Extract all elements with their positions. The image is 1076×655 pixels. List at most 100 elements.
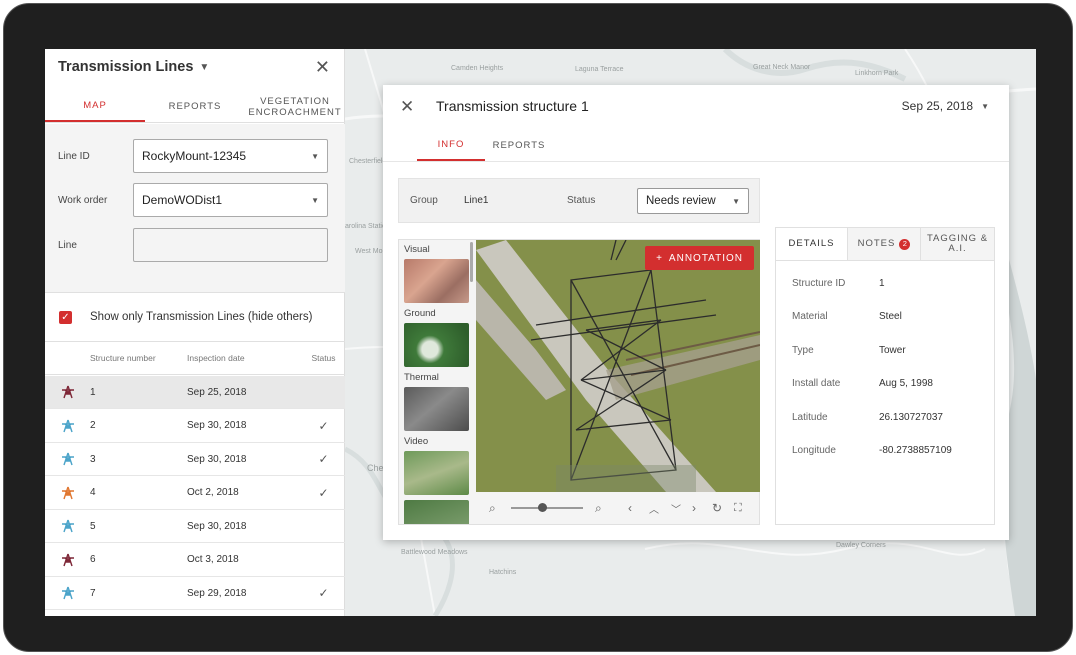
tab-reports[interactable]: REPORTS <box>145 91 245 122</box>
map-label: Dawley Corners <box>836 542 886 549</box>
chevron-left-icon[interactable]: ‹ <box>628 501 632 515</box>
structure-photo[interactable]: + ANNOTATION <box>476 240 760 492</box>
tower-icon <box>45 452 90 466</box>
structure-detail-card: ✕ Transmission structure 1 Sep 25, 2018 … <box>383 85 1009 540</box>
status-check-icon: ✓ <box>318 452 329 466</box>
table-row[interactable]: 5 Sep 30, 2018 <box>45 510 345 543</box>
map-label: Che <box>367 463 384 473</box>
tab-tagging-ai[interactable]: TAGGING & A.I. <box>921 228 994 260</box>
structures-table-header: Structure number Inspection date Status <box>45 342 345 375</box>
detail-value: Steel <box>879 311 902 323</box>
table-row[interactable]: 3 Sep 30, 2018 ✓ <box>45 443 345 476</box>
inspection-date: Oct 2, 2018 <box>187 487 239 498</box>
show-only-checkbox[interactable]: ✓ <box>59 310 72 324</box>
group-status-bar: Group Line1 Status Needs review ▼ <box>398 178 760 223</box>
thumbnail-visual[interactable] <box>404 259 469 303</box>
detail-tabs: DETAILS NOTES 2 TAGGING & A.I. <box>776 228 994 261</box>
group-label: Group <box>410 195 438 206</box>
tab-reports[interactable]: REPORTS <box>485 129 553 161</box>
map-label: Camden Heights <box>451 65 504 72</box>
tab-vegetation-encroachment[interactable]: VEGETATION ENCROACHMENT <box>245 91 345 122</box>
tower-icon <box>45 419 90 433</box>
detail-value: Aug 5, 1998 <box>879 378 933 390</box>
inspection-date: Sep 25, 2018 <box>187 386 247 398</box>
status-check-icon: ✓ <box>318 485 329 500</box>
thumbnail-scrollbar[interactable] <box>470 242 473 282</box>
caret-down-icon: ▼ <box>981 101 989 111</box>
thumbnail-video-2[interactable] <box>404 500 469 524</box>
line-input[interactable] <box>133 228 328 262</box>
inspection-date: Sep 30, 2018 <box>187 420 247 431</box>
fullscreen-icon[interactable]: ⛶ <box>734 502 742 515</box>
detail-value: 1 <box>879 278 885 289</box>
thumbnail-thermal[interactable] <box>404 387 469 431</box>
detail-value: -80.2738857109 <box>879 445 952 456</box>
work-order-label: Work order <box>58 194 108 206</box>
tab-notes[interactable]: NOTES 2 <box>848 228 921 260</box>
app-screen: Camden Heights Great Neck Manor Laguna T… <box>45 49 1036 616</box>
zoom-slider[interactable] <box>511 507 583 509</box>
close-icon[interactable]: ✕ <box>400 97 414 117</box>
zoom-slider-handle[interactable] <box>538 503 547 512</box>
table-row[interactable]: 7 Sep 29, 2018 ✓ <box>45 577 345 610</box>
table-row[interactable]: 4 Oct 2, 2018 ✓ <box>45 477 345 510</box>
panel-title-dropdown[interactable]: Transmission Lines ▼ <box>58 59 209 75</box>
status-value: Needs review <box>646 195 716 207</box>
panel-tabs: MAP REPORTS VEGETATION ENCROACHMENT <box>45 91 345 123</box>
map-label: Laguna Terrace <box>575 66 624 73</box>
inspection-date-value: Sep 25, 2018 <box>901 99 974 113</box>
tab-details[interactable]: DETAILS <box>776 228 848 260</box>
table-row[interactable]: 2 Sep 30, 2018 ✓ <box>45 410 345 443</box>
header-inspection-date[interactable]: Inspection date <box>187 353 302 363</box>
tab-info[interactable]: INFO <box>417 129 485 161</box>
thumbnail-ground[interactable] <box>404 323 469 367</box>
tab-notes-label: NOTES <box>857 238 896 249</box>
structure-number: 5 <box>90 520 96 532</box>
group-value: Line1 <box>464 195 489 206</box>
detail-key: Longitude <box>792 445 836 456</box>
thumb-caption-video: Video <box>404 436 429 447</box>
close-icon[interactable]: ✕ <box>315 57 330 78</box>
detail-key: Latitude <box>792 411 828 423</box>
notes-count-badge: 2 <box>899 238 911 250</box>
tower-icon <box>45 519 90 533</box>
table-row[interactable]: 1 Sep 25, 2018 <box>45 376 345 409</box>
thumbnail-strip[interactable]: Visual Ground Thermal Video <box>399 240 474 524</box>
chevron-down-icon[interactable]: ﹀ <box>671 501 681 516</box>
header-status[interactable]: Status <box>302 353 345 363</box>
zoom-out-icon[interactable]: ⌕ <box>489 501 496 516</box>
inspection-date-select[interactable]: Sep 25, 2018 ▼ <box>902 99 989 113</box>
thumbnail-video[interactable] <box>404 451 469 495</box>
status-select[interactable]: Needs review ▼ <box>637 188 749 214</box>
chevron-up-icon[interactable]: ︿ <box>649 501 659 516</box>
chevron-right-icon[interactable]: › <box>692 501 696 515</box>
map-label: Chesterfield <box>349 158 387 165</box>
detail-row: Install date Aug 5, 1998 <box>792 378 933 389</box>
show-only-row: ✓ Show only Transmission Lines (hide oth… <box>45 292 345 342</box>
structure-number: 6 <box>90 554 96 565</box>
map-label: Hatchins <box>489 569 517 576</box>
thumb-caption-ground: Ground <box>404 308 436 319</box>
header-structure-number[interactable]: Structure number <box>90 353 187 363</box>
plus-icon: + <box>656 252 663 264</box>
work-order-select[interactable]: DemoWODist1 ▼ <box>133 183 328 217</box>
detail-row: Material Steel <box>792 311 902 322</box>
line-id-value: RockyMount-12345 <box>142 149 247 163</box>
inspection-date: Oct 3, 2018 <box>187 554 239 565</box>
refresh-icon[interactable]: ↻ <box>712 501 722 515</box>
line-label: Line <box>58 239 77 251</box>
card-tabs: INFO REPORTS <box>417 129 553 161</box>
card-title: Transmission structure 1 <box>436 98 589 114</box>
detail-row: Type Tower <box>792 345 906 356</box>
map-label: Great Neck Manor <box>753 64 811 71</box>
line-id-select[interactable]: RockyMount-12345 ▼ <box>133 139 328 173</box>
structure-number: 4 <box>90 487 96 498</box>
tower-icon <box>45 385 90 399</box>
detail-row: Longitude -80.2738857109 <box>792 445 952 456</box>
table-row[interactable]: 6 Oct 3, 2018 <box>45 544 345 577</box>
add-annotation-button[interactable]: + ANNOTATION <box>645 246 754 270</box>
zoom-in-icon[interactable]: ⌕ <box>595 501 602 516</box>
work-order-value: DemoWODist1 <box>142 193 223 207</box>
tab-map[interactable]: MAP <box>45 91 145 122</box>
structure-number: 2 <box>90 420 96 431</box>
